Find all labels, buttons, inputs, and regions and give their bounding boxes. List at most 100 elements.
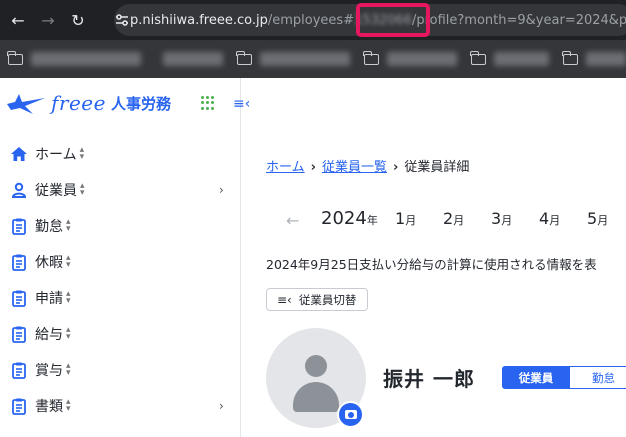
sort-icon: ▴ ▾ (79, 145, 85, 162)
year-suffix: 年 (366, 214, 378, 227)
switch-employee-label: 従業員切替 (298, 292, 357, 307)
apps-grid-icon[interactable] (201, 96, 215, 110)
prev-month-arrow-icon[interactable]: ← (286, 211, 299, 230)
sort-icon: ▴ ▾ (66, 397, 71, 414)
profile-tabs: 従業員 勤怠 (502, 366, 626, 389)
sidebar-menu: ホーム ▴ ▾ 従業員 ▴ ▾ › 勤怠 ▴ ▾ 休暇 ▴ ▾ 申請 ▴ ▾ 給与 ▴ ▾ 賞与 ▴ ▾ 書類 ▴ ▾ › (0, 136, 241, 424)
sort-icon: ▴ ▾ (66, 325, 71, 342)
sort-icon: ▴ ▾ (66, 361, 71, 378)
month-button[interactable]: 1月 (395, 209, 416, 228)
sort-icon: ▴ ▾ (66, 217, 71, 234)
month-button[interactable]: 3月 (491, 209, 512, 228)
sidebar-item-label: 休暇 (35, 255, 63, 271)
tab-employee[interactable]: 従業員 (502, 366, 570, 389)
bookmark-folder[interactable] (470, 50, 549, 66)
breadcrumb-home-link[interactable]: ホーム (266, 160, 305, 175)
sidebar-item[interactable]: 賞与 ▴ ▾ (0, 352, 241, 388)
folder-icon (236, 50, 252, 65)
sidebar-header: freee 人事労務 ≡‹ (0, 78, 250, 130)
camera-icon[interactable] (337, 401, 364, 428)
month-button[interactable]: 4月 (539, 209, 560, 228)
back-arrow-icon[interactable]: ← (3, 5, 33, 35)
clipboard-icon (9, 324, 29, 344)
folder-icon (7, 50, 23, 65)
sidebar-item-label: 書類 (35, 399, 63, 415)
url-host: p.nishiiwa.freee.co.jp (130, 12, 268, 28)
main-content: ホーム › 従業員一覧 › 従業員詳細 ← 2024年 1月 2月 3月 4月 5月 2024年… (241, 78, 626, 437)
sidebar-item[interactable]: ホーム ▴ ▾ (0, 136, 241, 172)
sidebar-item[interactable]: 従業員 ▴ ▾ › (0, 172, 241, 208)
sidebar-item[interactable]: 書類 ▴ ▾ › (0, 388, 241, 424)
month-value: 2 (443, 209, 454, 228)
month-value: 3 (491, 209, 502, 228)
bookmark-folder[interactable] (7, 50, 141, 66)
sidebar-item[interactable]: 勤怠 ▴ ▾ (0, 208, 241, 244)
bookmarks-bar (0, 40, 626, 78)
month-suffix: 月 (549, 214, 561, 227)
logo-text: freee (51, 91, 106, 115)
tab-attendance[interactable]: 勤怠 (570, 366, 626, 389)
payroll-notice: 2024年9月25日支払い分給与の計算に使用される情報を表 (266, 257, 597, 272)
chevron-right-icon: › (219, 399, 224, 413)
sort-icon: ▴ ▾ (80, 181, 85, 198)
sort-icon: ▴ ▾ (66, 253, 71, 270)
sidebar-item[interactable]: 申請 ▴ ▾ (0, 280, 241, 316)
redacted-bookmark (31, 52, 141, 66)
clipboard-icon (9, 288, 29, 308)
person-icon (9, 180, 29, 200)
year-value: 2024 (321, 208, 367, 229)
freee-logo[interactable]: freee 人事労務 (5, 90, 171, 116)
bookmark-folder[interactable] (155, 52, 223, 66)
sort-icon: ▴ ▾ (66, 289, 71, 306)
redacted-bookmark (260, 52, 350, 66)
avatar-body (293, 382, 339, 412)
sidebar-item-label: 申請 (35, 291, 63, 307)
bookmark-folder[interactable] (363, 50, 457, 66)
sidebar-item-label: 給与 (35, 327, 63, 343)
browser-toolbar: ← → ↻ p.nishiiwa.freee.co.jp/employees#1… (0, 0, 626, 40)
redacted-bookmark (494, 52, 549, 66)
avatar-head (305, 355, 327, 377)
url-path-suffix: /profile?month=9&year=2024&pa (411, 12, 626, 28)
reload-icon[interactable]: ↻ (63, 5, 93, 35)
folder-icon (470, 50, 486, 65)
home-icon (9, 144, 29, 164)
site-settings-icon[interactable] (114, 4, 130, 36)
folder-icon (363, 50, 379, 65)
month-value: 1 (395, 209, 406, 228)
breadcrumb-employees-link[interactable]: 従業員一覧 (322, 160, 387, 175)
month-suffix: 月 (405, 214, 417, 227)
bookmark-folder[interactable] (236, 50, 350, 66)
sidebar-item-label: ホーム (35, 147, 77, 163)
month-suffix: 月 (453, 214, 465, 227)
forward-arrow-icon[interactable]: → (33, 5, 63, 35)
sidebar-item[interactable]: 休暇 ▴ ▾ (0, 244, 241, 280)
clipboard-icon (9, 360, 29, 380)
redacted-bookmark (387, 52, 457, 66)
month-button[interactable]: 2月 (443, 209, 464, 228)
chevron-right-icon: › (310, 160, 316, 175)
sidebar: freee 人事労務 ≡‹ ホーム ▴ ▾ 従業員 ▴ ▾ › 勤怠 ▴ ▾ 休暇 ▴ ▾ 申請 ▴ ▾ 給与 ▴… (0, 78, 250, 437)
logo-subtitle: 人事労務 (110, 94, 171, 113)
highlight-box (356, 3, 430, 37)
clipboard-icon (9, 396, 29, 416)
breadcrumb-current: 従業員詳細 (404, 160, 470, 175)
sidebar-item-label: 勤怠 (35, 219, 63, 235)
month-button[interactable]: 5月 (587, 209, 608, 228)
chevron-right-icon: › (219, 183, 224, 197)
sidebar-item[interactable]: 給与 ▴ ▾ (0, 316, 241, 352)
clipboard-icon (9, 216, 29, 236)
clipboard-icon (9, 252, 29, 272)
bookmark-folder[interactable] (562, 50, 626, 66)
redacted-bookmark (163, 52, 223, 66)
month-suffix: 月 (597, 214, 609, 227)
month-value: 4 (539, 209, 550, 228)
year-label: 2024年 (321, 208, 378, 229)
month-value: 5 (587, 209, 598, 228)
breadcrumb: ホーム › 従業員一覧 › 従業員詳細 (266, 156, 469, 175)
switch-employee-button[interactable]: ≡‹ 従業員切替 (266, 288, 368, 311)
employee-name: 振井 一郎 (383, 367, 475, 391)
redacted-bookmark (586, 52, 626, 66)
list-switch-icon: ≡‹ (277, 292, 292, 307)
sidebar-item-label: 従業員 (35, 183, 77, 199)
